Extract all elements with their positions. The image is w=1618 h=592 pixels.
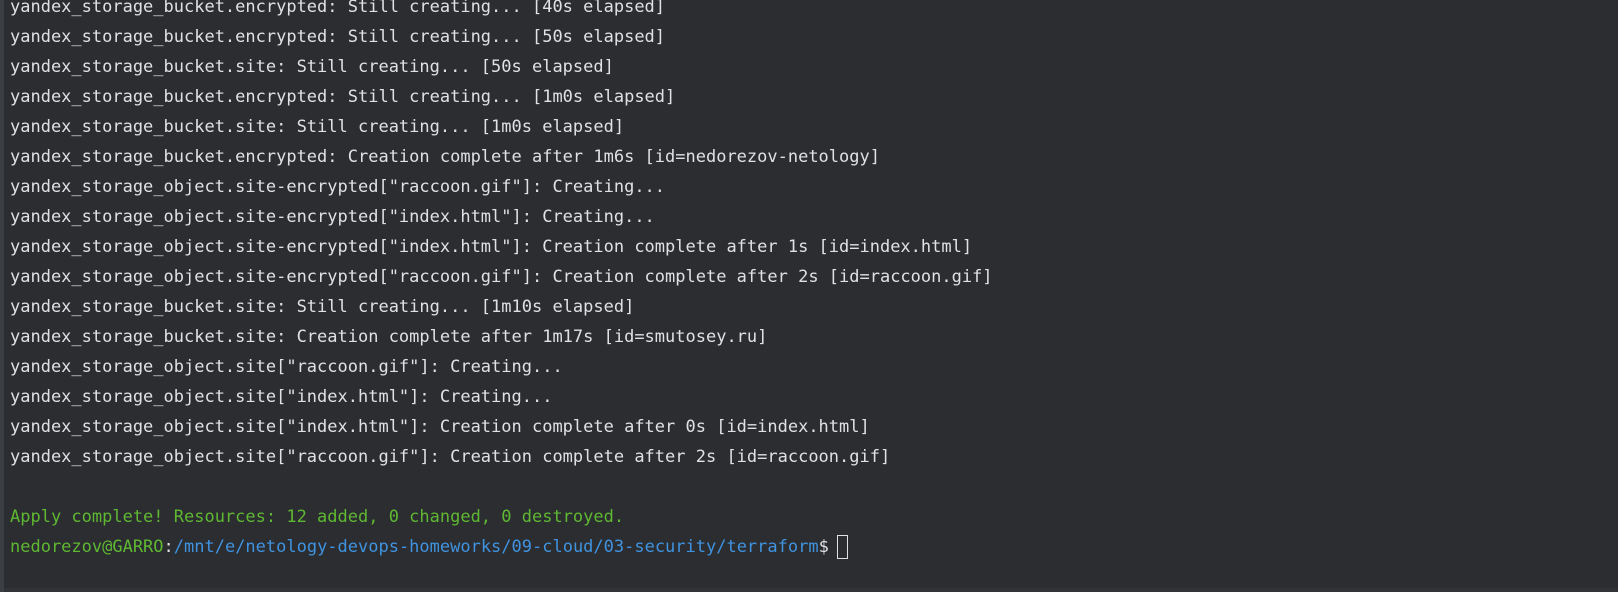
shell-prompt[interactable]: nedorezov@GARRO:/mnt/e/netology-devops-h…	[10, 532, 1618, 562]
prompt-separator: :	[163, 537, 174, 557]
prompt-symbol: $	[818, 537, 829, 557]
log-line: yandex_storage_bucket.encrypted: Still c…	[10, 27, 666, 47]
apply-summary: Apply complete! Resources: 12 added, 0 c…	[10, 507, 625, 527]
prompt-user-host: nedorezov@GARRO	[10, 537, 164, 557]
log-line: yandex_storage_bucket.site: Still creati…	[10, 57, 614, 77]
log-line: yandex_storage_object.site["index.html"]…	[10, 417, 870, 437]
text-cursor	[836, 535, 848, 559]
log-line: yandex_storage_object.site["raccoon.gif"…	[10, 447, 891, 467]
log-line: yandex_storage_object.site["raccoon.gif"…	[10, 357, 563, 377]
horizontal-scrollbar[interactable]	[4, 588, 1618, 592]
log-line: yandex_storage_object.site-encrypted["in…	[10, 207, 655, 227]
log-line: yandex_storage_bucket.site: Still creati…	[10, 117, 625, 137]
log-line: yandex_storage_bucket.site: Creation com…	[10, 327, 768, 347]
prompt-path: /mnt/e/netology-devops-homeworks/09-clou…	[173, 537, 819, 557]
log-line: yandex_storage_bucket.encrypted: Still c…	[10, 87, 676, 107]
log-line: yandex_storage_object.site-encrypted["ra…	[10, 177, 666, 197]
log-line: yandex_storage_object.site-encrypted["in…	[10, 237, 973, 257]
log-line: yandex_storage_bucket.encrypted: Still c…	[10, 0, 666, 17]
log-line: yandex_storage_bucket.site: Still creati…	[10, 297, 635, 317]
terminal-window[interactable]: yandex_storage_bucket.encrypted: Still c…	[0, 0, 1618, 592]
log-line: yandex_storage_object.site-encrypted["ra…	[10, 267, 993, 287]
log-line: yandex_storage_bucket.encrypted: Creatio…	[10, 147, 880, 167]
terminal-output: yandex_storage_bucket.encrypted: Still c…	[10, 0, 1618, 562]
log-line: yandex_storage_object.site["index.html"]…	[10, 387, 553, 407]
